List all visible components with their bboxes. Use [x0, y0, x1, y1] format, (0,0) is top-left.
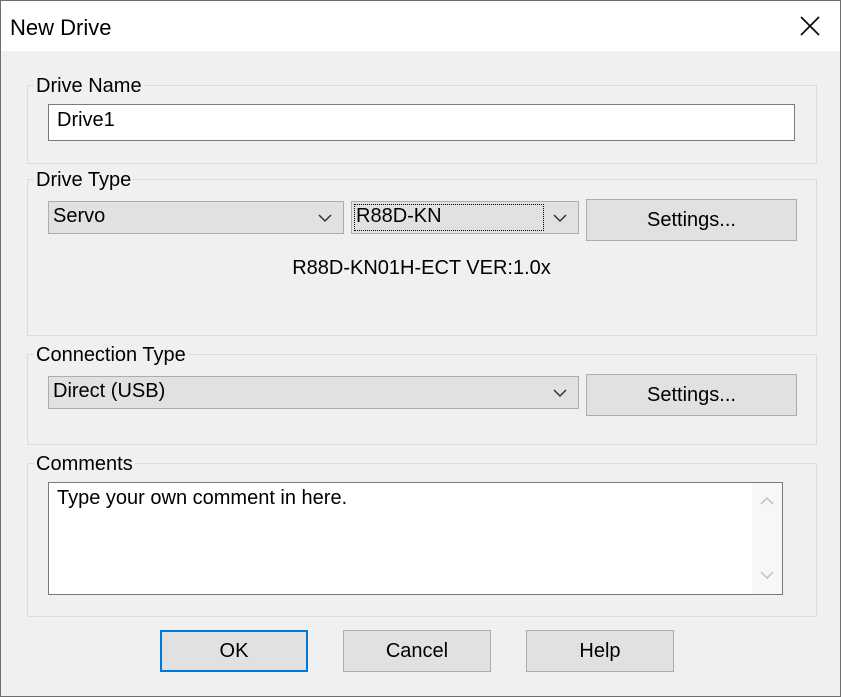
connection-type-value: Direct (USB) [53, 380, 166, 402]
ok-button[interactable]: OK [160, 630, 308, 672]
chevron-down-icon [553, 389, 567, 398]
drive-settings-button[interactable]: Settings... [586, 199, 797, 241]
drive-model-select[interactable]: R88D-KN [351, 201, 579, 234]
drive-name-input[interactable]: Drive1 [48, 104, 795, 141]
help-button[interactable]: Help [526, 630, 674, 672]
comments-textarea[interactable]: Type your own comment in here. [48, 482, 783, 595]
comments-label: Comments [34, 453, 135, 476]
window-title: New Drive [10, 15, 112, 40]
comments-scrollbar[interactable] [752, 483, 782, 594]
cancel-button[interactable]: Cancel [343, 630, 491, 672]
close-button[interactable] [780, 1, 840, 51]
chevron-down-icon [553, 214, 567, 223]
connection-type-select[interactable]: Direct (USB) [48, 376, 579, 409]
close-icon [800, 16, 820, 36]
connection-settings-button[interactable]: Settings... [586, 374, 797, 416]
connection-type-label: Connection Type [34, 344, 188, 367]
chevron-down-icon [318, 214, 332, 223]
drive-type-label: Drive Type [34, 169, 134, 192]
drive-name-label: Drive Name [34, 75, 144, 98]
chevron-up-icon[interactable] [760, 495, 774, 507]
drive-type-value: Servo [53, 205, 106, 227]
drive-type-select[interactable]: Servo [48, 201, 344, 234]
drive-version-info: R88D-KN01H-ECT VER:1.0x [292, 257, 551, 279]
chevron-down-icon[interactable] [760, 569, 774, 581]
comments-text: Type your own comment in here. [57, 487, 348, 509]
title-bar: New Drive [1, 1, 840, 51]
new-drive-dialog: New Drive Drive Name Drive1 Drive Type S… [0, 0, 841, 697]
drive-model-value: R88D-KN [356, 205, 442, 227]
